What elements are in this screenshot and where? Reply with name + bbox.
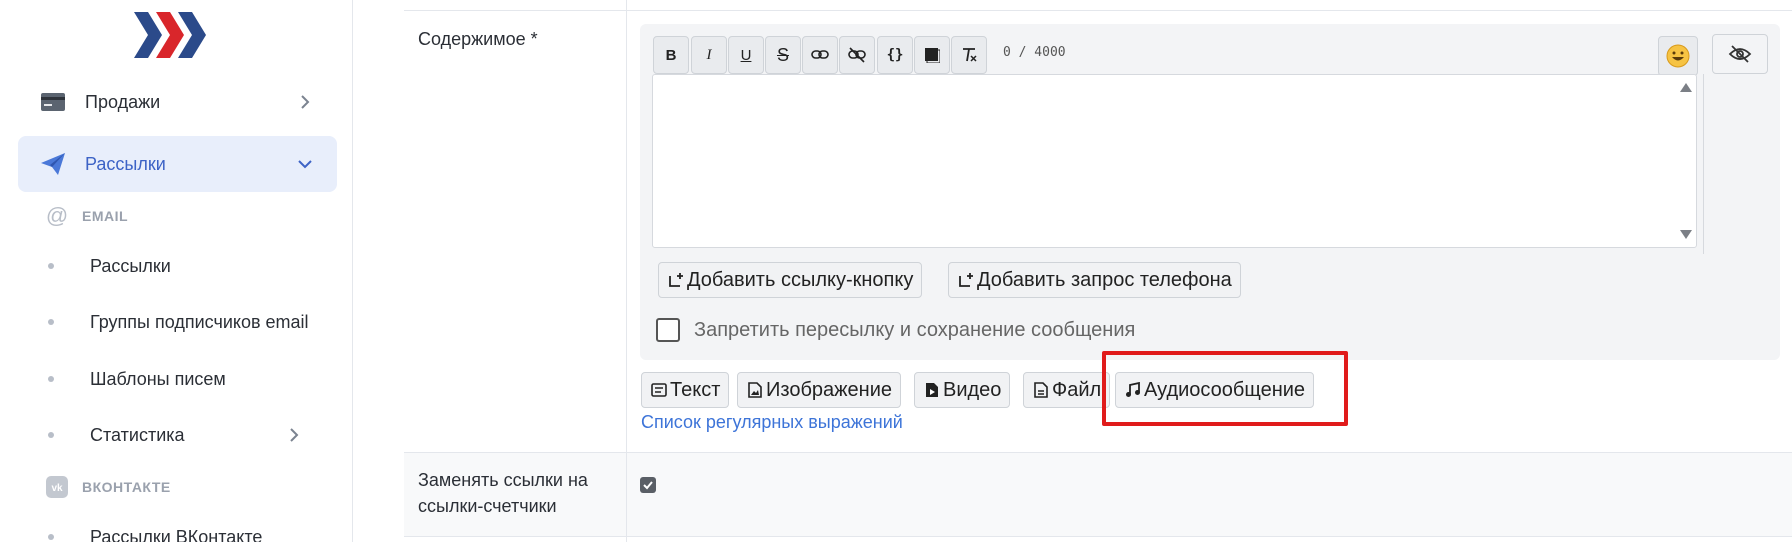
row-divider <box>404 452 1792 453</box>
sidebar-item-sales[interactable]: Продажи <box>18 74 337 130</box>
sidebar-subitem-templates[interactable]: Шаблоны писем <box>48 364 328 394</box>
bullet-icon <box>48 534 54 540</box>
editor-divider <box>1703 74 1704 254</box>
emoji-icon <box>1666 44 1690 68</box>
sidebar-subitem-email-groups[interactable]: Группы подписчиков email <box>48 307 328 337</box>
sidebar: Продажи Рассылки @ EMAIL Рассылки Группы… <box>0 0 352 542</box>
preview-toggle-button[interactable] <box>1712 34 1768 74</box>
type-image-button[interactable]: Изображение <box>737 372 901 408</box>
scroll-up-icon[interactable] <box>1680 83 1692 92</box>
logo-icon <box>134 12 206 58</box>
sidebar-item-mailings[interactable]: Рассылки <box>18 136 337 192</box>
replace-links-label: Заменять ссылки на ссылки-счетчики <box>418 470 588 516</box>
add-box-icon <box>957 271 975 289</box>
text-icon <box>650 381 668 399</box>
row-divider <box>404 536 1792 537</box>
italic-button[interactable]: I <box>691 36 727 74</box>
chevron-right-icon <box>301 95 310 109</box>
type-file-button[interactable]: Файл <box>1023 372 1111 408</box>
column-divider <box>626 0 627 542</box>
forbid-forward-checkbox[interactable] <box>656 318 680 342</box>
forbid-forward-option[interactable]: Запретить пересылку и сохранение сообщен… <box>656 318 1135 342</box>
type-video-button[interactable]: Видео <box>914 372 1011 408</box>
add-link-button[interactable]: Добавить ссылку-кнопку <box>658 262 923 298</box>
eye-off-icon <box>1728 45 1752 63</box>
code-button[interactable]: {} <box>877 36 913 74</box>
sidebar-subitem-statistics[interactable]: Статистика <box>48 420 328 450</box>
scroll-down-icon[interactable] <box>1680 230 1692 239</box>
section-header-vk: vk ВКОНТАКТЕ <box>44 474 171 500</box>
bullet-icon <box>48 263 54 269</box>
sidebar-subitem-vk-mailings[interactable]: Рассылки ВКонтакте <box>48 522 328 542</box>
at-sign-icon: @ <box>45 203 69 228</box>
character-counter: 0 / 4000 <box>1003 45 1066 60</box>
file-icon <box>1032 381 1050 399</box>
bullet-icon <box>48 319 54 325</box>
section-header-email: @ EMAIL <box>45 203 129 228</box>
link-icon <box>811 50 829 59</box>
link-button[interactable] <box>802 36 838 74</box>
unlink-icon <box>848 47 866 63</box>
video-file-icon <box>923 381 941 399</box>
sidebar-item-label: Рассылки <box>85 153 166 174</box>
sidebar-divider <box>352 0 353 542</box>
emoji-button[interactable] <box>1658 36 1698 76</box>
spoiler-button[interactable] <box>914 36 950 74</box>
add-box-icon <box>667 271 685 289</box>
replace-links-checkbox[interactable] <box>640 477 656 493</box>
clear-format-button[interactable] <box>951 36 987 74</box>
sidebar-subitem-mailings[interactable]: Рассылки <box>48 251 328 281</box>
highlight-box <box>1102 351 1348 426</box>
spoiler-icon <box>925 48 940 63</box>
content-field-label: Содержимое * <box>418 29 538 49</box>
type-text-button[interactable]: Текст <box>641 372 730 408</box>
bold-button[interactable]: B <box>653 36 689 74</box>
clear-format-icon <box>963 48 977 62</box>
sidebar-item-label: Продажи <box>85 91 161 112</box>
strikethrough-button[interactable]: S <box>765 36 801 74</box>
bullet-icon <box>48 432 54 438</box>
check-icon <box>643 481 653 490</box>
forbid-forward-label: Запретить пересылку и сохранение сообщен… <box>694 318 1136 341</box>
vk-icon: vk <box>44 474 70 500</box>
content-textarea[interactable] <box>652 74 1697 248</box>
regex-list-link[interactable]: Список регулярных выражений <box>641 412 903 433</box>
credit-card-icon <box>41 93 65 111</box>
image-file-icon <box>746 381 764 399</box>
row-divider <box>404 10 1792 11</box>
add-phone-request-button[interactable]: Добавить запрос телефона <box>948 262 1241 298</box>
underline-button[interactable]: U <box>728 36 764 74</box>
svg-text:vk: vk <box>51 483 63 494</box>
bullet-icon <box>48 376 54 382</box>
chevron-down-icon <box>298 160 312 169</box>
chevron-right-icon <box>290 428 299 442</box>
paper-plane-icon <box>41 153 65 175</box>
unlink-button[interactable] <box>839 36 875 74</box>
